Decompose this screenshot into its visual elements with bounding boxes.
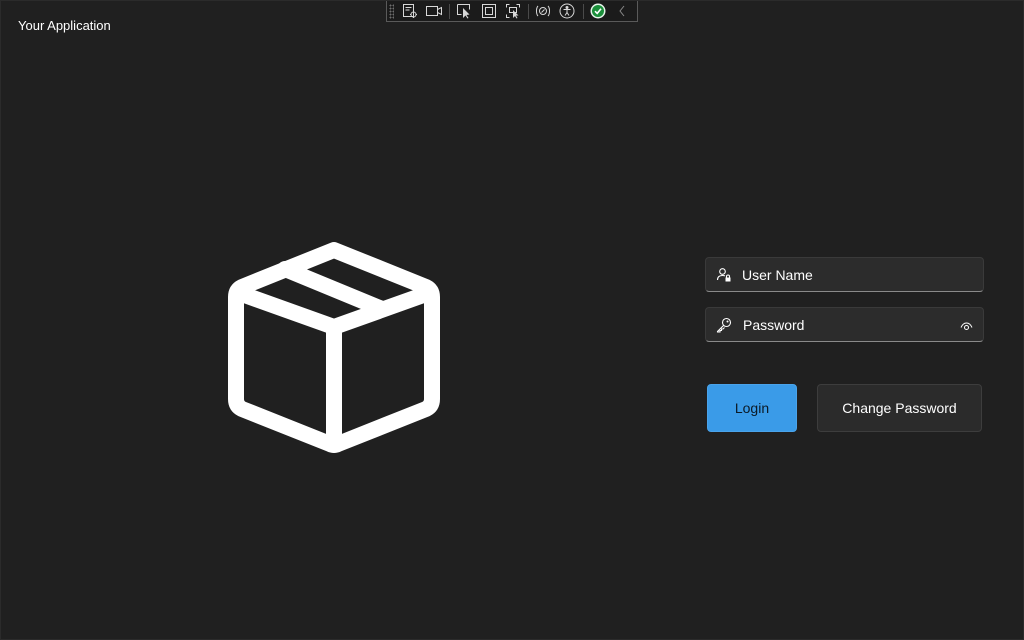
display-layout-adorners-icon[interactable] xyxy=(479,2,497,21)
live-visual-tree-icon[interactable] xyxy=(400,2,418,21)
hot-reload-icon[interactable] xyxy=(534,2,552,21)
password-input[interactable] xyxy=(743,308,943,341)
change-password-button[interactable]: Change Password xyxy=(817,384,982,432)
username-input[interactable] xyxy=(742,258,942,291)
app-window: Your Application User Name Login Change … xyxy=(0,0,1024,640)
binding-failures-ok-icon[interactable] xyxy=(588,2,606,21)
toolbar-separator xyxy=(582,3,584,19)
video-camera-icon[interactable] xyxy=(425,2,443,21)
debug-toolbar xyxy=(386,1,638,22)
package-box-icon xyxy=(221,237,447,455)
collapse-toolbar-icon[interactable] xyxy=(613,2,631,21)
login-button[interactable]: Login xyxy=(707,384,797,432)
accessibility-icon[interactable] xyxy=(558,2,576,21)
track-focus-icon[interactable] xyxy=(504,2,522,21)
password-field[interactable] xyxy=(705,307,984,342)
toolbar-grip[interactable] xyxy=(389,3,395,19)
eye-icon[interactable] xyxy=(960,319,973,330)
toolbar-separator xyxy=(527,3,529,19)
key-icon xyxy=(716,317,732,333)
username-field[interactable] xyxy=(705,257,984,292)
toolbar-separator xyxy=(449,3,451,19)
person-lock-icon xyxy=(716,267,732,283)
select-element-icon[interactable] xyxy=(455,2,473,21)
app-title: Your Application xyxy=(18,18,111,33)
